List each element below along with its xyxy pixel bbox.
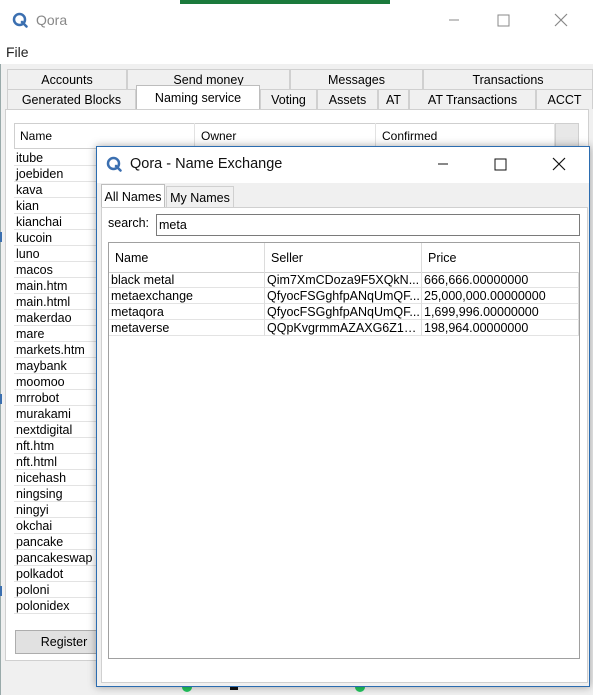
tab-acct[interactable]: ACCT xyxy=(536,89,593,109)
list-item[interactable]: kianchai xyxy=(14,214,96,230)
list-item[interactable]: nft.htm xyxy=(14,438,96,454)
dialog-minimize-button[interactable] xyxy=(420,150,466,178)
edge-mark xyxy=(0,394,2,404)
list-item[interactable]: ningyi xyxy=(14,502,96,518)
list-item[interactable]: maybank xyxy=(14,358,96,374)
maximize-icon xyxy=(494,158,506,170)
qora-logo-icon xyxy=(106,156,122,172)
tab-voting[interactable]: Voting xyxy=(260,89,317,109)
maximize-button[interactable] xyxy=(480,6,526,34)
list-item[interactable]: poloni xyxy=(14,582,96,598)
search-input[interactable] xyxy=(156,214,580,236)
close-icon xyxy=(554,13,568,27)
cell-seller: QfyocFSGghfpANqUmQF... xyxy=(265,288,422,304)
edge-mark xyxy=(0,232,2,242)
tab-messages[interactable]: Messages xyxy=(290,69,423,89)
close-icon xyxy=(552,157,566,171)
tab-assets[interactable]: Assets xyxy=(317,89,378,109)
list-item[interactable]: markets.htm xyxy=(14,342,96,358)
list-item[interactable]: okchai xyxy=(14,518,96,534)
menu-bar xyxy=(0,38,593,64)
cell-name: metaverse xyxy=(109,320,265,336)
cell-name: metaexchange xyxy=(109,288,265,304)
cell-seller: QQpKvgrmmAZAXG6Z1b... xyxy=(265,320,422,336)
list-item[interactable]: kian xyxy=(14,198,96,214)
tab-transactions[interactable]: Transactions xyxy=(423,69,593,89)
column-name[interactable]: Name xyxy=(109,243,265,273)
search-label: search: xyxy=(108,216,149,230)
dialog-title: Qora - Name Exchange xyxy=(130,156,283,172)
tab-accounts[interactable]: Accounts xyxy=(7,69,127,89)
list-item[interactable]: pancakeswap xyxy=(14,550,96,566)
cell-seller: QfyocFSGghfpANqUmQF... xyxy=(265,304,422,320)
list-item[interactable]: pancake xyxy=(14,534,96,550)
tab-all-names[interactable]: All Names xyxy=(101,184,165,208)
list-item[interactable]: polkadot xyxy=(14,566,96,582)
cell-price: 1,699,996.00000000 xyxy=(422,304,579,320)
main-window-title: Qora xyxy=(36,12,68,28)
cell-price: 198,964.00000000 xyxy=(422,320,579,336)
cell-name: metaqora xyxy=(109,304,265,320)
list-item[interactable]: ningsing xyxy=(14,486,96,502)
cell-price: 666,666.00000000 xyxy=(422,272,579,288)
list-item[interactable]: nextdigital xyxy=(14,422,96,438)
tab-naming-service[interactable]: Naming service xyxy=(136,85,260,109)
qora-logo-icon xyxy=(12,12,28,28)
close-button[interactable] xyxy=(538,6,584,34)
menu-file[interactable]: File xyxy=(6,44,29,60)
list-item[interactable]: main.html xyxy=(14,294,96,310)
tab-at[interactable]: AT xyxy=(378,89,409,109)
list-item[interactable]: moomoo xyxy=(14,374,96,390)
minimize-button[interactable] xyxy=(431,6,477,34)
cell-name: black metal xyxy=(109,272,265,288)
list-item[interactable]: polonidex xyxy=(14,598,96,614)
dialog-close-button[interactable] xyxy=(536,150,582,178)
maximize-icon xyxy=(497,14,509,26)
column-seller[interactable]: Seller xyxy=(265,243,422,273)
list-item[interactable]: kava xyxy=(14,182,96,198)
list-item[interactable]: itube xyxy=(14,150,96,166)
list-item[interactable]: joebiden xyxy=(14,166,96,182)
column-price[interactable]: Price xyxy=(422,243,579,273)
list-item[interactable]: nicehash xyxy=(14,470,96,486)
list-item[interactable]: murakami xyxy=(14,406,96,422)
tab-generated-blocks[interactable]: Generated Blocks xyxy=(7,89,136,109)
list-item[interactable]: luno xyxy=(14,246,96,262)
cell-price: 25,000,000.00000000 xyxy=(422,288,579,304)
tab-my-names[interactable]: My Names xyxy=(166,186,234,208)
list-item[interactable]: macos xyxy=(14,262,96,278)
list-item[interactable]: makerdao xyxy=(14,310,96,326)
list-item[interactable]: mare xyxy=(14,326,96,342)
minimize-icon xyxy=(449,19,459,21)
minimize-icon xyxy=(438,163,448,165)
tab-at-transactions[interactable]: AT Transactions xyxy=(409,89,536,109)
list-item[interactable]: nft.html xyxy=(14,454,96,470)
list-item[interactable]: mrrobot xyxy=(14,390,96,406)
cell-seller: Qim7XmCDoza9F5XQkN... xyxy=(265,272,422,288)
dialog-maximize-button[interactable] xyxy=(477,150,523,178)
list-item[interactable]: kucoin xyxy=(14,230,96,246)
list-item[interactable]: main.htm xyxy=(14,278,96,294)
edge-mark xyxy=(0,586,2,596)
